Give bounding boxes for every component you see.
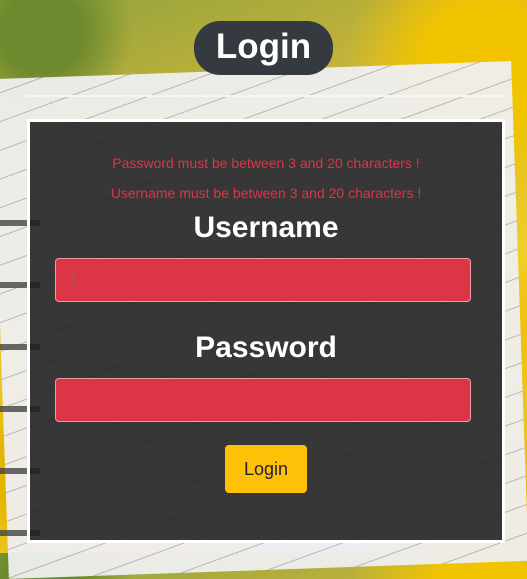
username-error-message: Username must be between 3 and 20 charac…: [110, 185, 422, 201]
login-button[interactable]: Login: [225, 445, 307, 493]
password-error-message: Password must be between 3 and 20 charac…: [112, 155, 420, 171]
header-divider: [25, 95, 505, 97]
page-title: Login: [193, 21, 334, 75]
username-input[interactable]: [55, 258, 471, 302]
password-label: Password: [195, 331, 337, 364]
login-panel: Password must be between 3 and 20 charac…: [27, 119, 505, 543]
password-input[interactable]: [55, 378, 471, 422]
page-header: Login: [0, 21, 527, 75]
username-label: Username: [193, 211, 339, 244]
